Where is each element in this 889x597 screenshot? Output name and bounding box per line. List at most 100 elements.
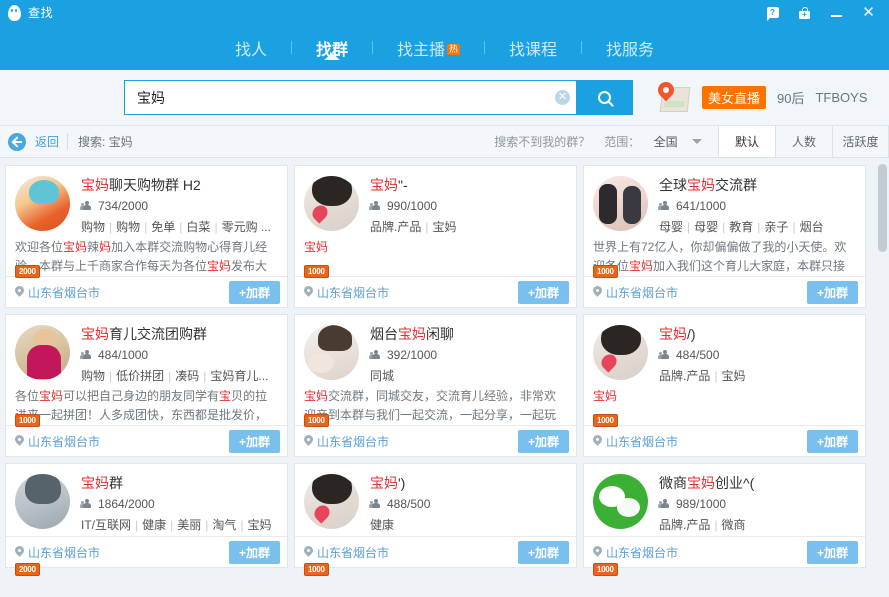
group-result-card[interactable]: 1000宝妈')488/500健康山东省烟台市+加群 [294, 463, 577, 568]
group-result-card[interactable]: 1000微商宝妈创业^(989/1000品牌.产品|微商山东省烟台市+加群 [583, 463, 866, 568]
search-button[interactable] [576, 80, 633, 115]
scope-value: 全国 [654, 135, 678, 149]
member-count: 484/1000 [98, 348, 148, 362]
card-footer: 山东省烟台市 +加群 [295, 425, 576, 456]
search-input[interactable] [137, 90, 555, 106]
capacity-badge: 2000 [15, 563, 40, 576]
nav-item-4[interactable]: 找服务 [582, 36, 678, 60]
nav-item-label: 找人 [235, 42, 267, 59]
group-result-card[interactable]: 1000宝妈"-990/1000品牌.产品|宝妈宝妈山东省烟台市+加群 [294, 165, 577, 308]
avatar[interactable] [304, 325, 359, 380]
join-group-button[interactable]: +加群 [807, 281, 858, 304]
lock-icon: + [799, 7, 810, 19]
join-group-button[interactable]: +加群 [229, 430, 280, 453]
avatar[interactable] [15, 325, 70, 380]
window-title: 查找 [28, 4, 53, 21]
hot-word-0[interactable]: 美女直播 [702, 86, 766, 109]
help-button[interactable]: ? [765, 5, 780, 20]
minimize-button[interactable] [829, 5, 844, 20]
group-title[interactable]: 宝妈群 [81, 474, 278, 492]
group-location: 山东省烟台市 [593, 433, 678, 450]
location-pin-icon [15, 286, 24, 298]
sort-tabs: 默认人数活跃度 [718, 126, 889, 157]
group-title[interactable]: 宝妈') [370, 474, 567, 492]
search-query-label: 搜索: 宝妈 [78, 133, 133, 150]
nav-item-label: 找服务 [606, 42, 654, 59]
location-text[interactable]: 山东省烟台市 [317, 433, 389, 450]
group-location: 山东省烟台市 [15, 284, 100, 301]
back-arrow-icon[interactable] [8, 133, 26, 151]
group-title[interactable]: 宝妈聊天购物群 H2 [81, 176, 278, 194]
group-result-card[interactable]: 1000宝妈育儿交流团购群484/1000购物|低价拼团|凑码|宝妈育儿...各… [5, 314, 288, 457]
join-group-button[interactable]: +加群 [229, 281, 280, 304]
nav-item-0[interactable]: 找人 [211, 36, 291, 60]
nav-item-2[interactable]: 找主播热 [373, 36, 484, 60]
people-icon [659, 499, 671, 510]
avatar[interactable] [15, 474, 70, 529]
card-footer: 山东省烟台市 +加群 [295, 276, 576, 307]
join-group-button[interactable]: +加群 [229, 541, 280, 564]
group-title[interactable]: 烟台宝妈闲聊 [370, 325, 567, 343]
people-icon [81, 350, 93, 361]
group-title[interactable]: 宝妈育儿交流团购群 [81, 325, 278, 343]
group-result-card[interactable]: 1000宝妈/)484/500品牌.产品|宝妈宝妈山东省烟台市+加群 [583, 314, 866, 457]
cannot-find-group-link[interactable]: 搜索不到我的群？ [494, 133, 590, 150]
clear-search-button[interactable]: ✕ [555, 90, 570, 105]
group-result-card[interactable]: 2000宝妈聊天购物群 H2734/2000购物|购物|免单|白菜|零元购 ..… [5, 165, 288, 308]
group-title[interactable]: 宝妈"- [370, 176, 567, 194]
lock-button[interactable]: + [797, 5, 812, 20]
nav-item-3[interactable]: 找课程 [485, 36, 581, 60]
hot-word-1[interactable]: 90后 [777, 88, 804, 107]
nav-item-1[interactable]: 找群 [292, 36, 372, 60]
location-text[interactable]: 山东省烟台市 [28, 433, 100, 450]
group-result-card[interactable]: 2000宝妈群1864/2000IT/互联网|健康|美丽|淘气|宝妈山东省烟台市… [5, 463, 288, 568]
nav-item-label: 找课程 [509, 42, 557, 59]
map-pin-icon[interactable] [657, 82, 691, 114]
avatar[interactable] [593, 474, 648, 529]
scope-selector[interactable]: 范围： 全国 [604, 133, 702, 150]
avatar-wrap: 1000 [593, 474, 650, 578]
group-result-card[interactable]: 1000全球宝妈交流群641/1000母婴|母婴|教育|亲子|烟台世界上有72亿… [583, 165, 866, 308]
capacity-badge: 1000 [304, 414, 329, 427]
group-result-card[interactable]: 1000烟台宝妈闲聊392/1000同城宝妈交流群，同城交友，交流育儿经验，非常… [294, 314, 577, 457]
avatar[interactable] [15, 176, 70, 231]
member-count: 989/1000 [676, 497, 726, 511]
group-location: 山东省烟台市 [15, 433, 100, 450]
join-group-button[interactable]: +加群 [518, 541, 569, 564]
location-text[interactable]: 山东省烟台市 [606, 284, 678, 301]
capacity-badge: 1000 [593, 265, 618, 278]
avatar[interactable] [593, 325, 648, 380]
card-body: 1000宝妈"-990/1000品牌.产品|宝妈 [295, 166, 576, 280]
member-count: 641/1000 [676, 199, 726, 213]
location-pin-icon [15, 546, 24, 558]
results-scrollbar[interactable] [878, 164, 887, 584]
sort-tab-2[interactable]: 活跃度 [832, 126, 889, 157]
people-icon [370, 201, 382, 212]
avatar-wrap: 1000 [593, 325, 650, 429]
location-text[interactable]: 山东省烟台市 [606, 433, 678, 450]
scrollbar-thumb[interactable] [878, 164, 887, 252]
join-group-button[interactable]: +加群 [807, 430, 858, 453]
description-text: 辣 [87, 240, 99, 254]
sort-tab-1[interactable]: 人数 [775, 126, 832, 157]
avatar[interactable] [304, 176, 359, 231]
avatar[interactable] [593, 176, 648, 231]
join-group-button[interactable]: +加群 [518, 281, 569, 304]
join-group-button[interactable]: +加群 [518, 430, 569, 453]
group-title[interactable]: 宝妈/) [659, 325, 856, 343]
close-button[interactable]: ✕ [861, 5, 876, 20]
location-pin-icon [304, 435, 313, 447]
join-group-button[interactable]: +加群 [807, 541, 858, 564]
hot-word-2[interactable]: TFBOYS [815, 90, 867, 105]
search-field[interactable]: ✕ [124, 80, 576, 115]
location-text[interactable]: 山东省烟台市 [28, 284, 100, 301]
avatar-wrap: 1000 [304, 176, 361, 280]
avatar-wrap: 1000 [593, 176, 650, 280]
location-text[interactable]: 山东省烟台市 [317, 284, 389, 301]
member-count: 1864/2000 [98, 497, 155, 511]
group-title[interactable]: 微商宝妈创业^( [659, 474, 856, 492]
back-button-label[interactable]: 返回 [35, 133, 59, 150]
group-title[interactable]: 全球宝妈交流群 [659, 176, 856, 194]
avatar[interactable] [304, 474, 359, 529]
sort-tab-0[interactable]: 默认 [718, 126, 775, 157]
